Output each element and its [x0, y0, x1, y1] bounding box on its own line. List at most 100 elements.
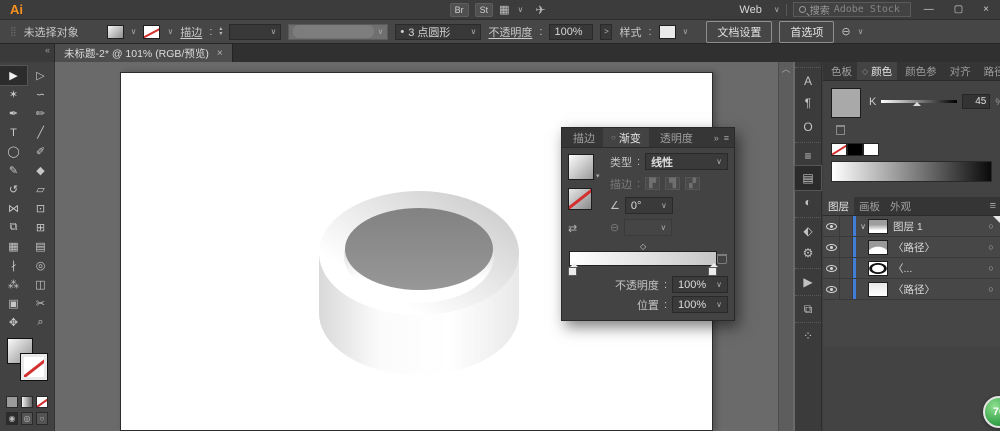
- menu-select[interactable]: [107, 0, 125, 20]
- reverse-gradient-icon[interactable]: ⇄: [568, 222, 577, 235]
- lock-cell[interactable]: [840, 216, 853, 236]
- stroke-swatch[interactable]: [143, 25, 160, 39]
- tab-layers[interactable]: 图层: [823, 197, 854, 215]
- stroke-panel-icon[interactable]: ≡: [795, 142, 821, 166]
- visibility-toggle[interactable]: [823, 237, 840, 257]
- gradient-ramp[interactable]: [569, 251, 717, 266]
- gradient-midpoint-icon[interactable]: ◇: [640, 242, 646, 251]
- transparency-panel-icon[interactable]: ◐: [795, 190, 821, 214]
- lock-cell[interactable]: [840, 279, 853, 299]
- width-tool[interactable]: ⋈: [0, 199, 27, 218]
- draw-inside-button[interactable]: ○: [36, 412, 48, 425]
- line-segment-tool[interactable]: ╱: [27, 123, 54, 142]
- target-circle-icon[interactable]: ○: [982, 221, 1000, 231]
- lasso-tool[interactable]: ∽: [27, 85, 54, 104]
- gradient-stop-right[interactable]: [708, 267, 717, 276]
- document-setup-button[interactable]: 文档设置: [706, 21, 772, 43]
- stroke-dropdown-icon[interactable]: ∨: [167, 27, 173, 36]
- none-swatch[interactable]: [831, 143, 847, 156]
- more-options-dropdown-icon[interactable]: ∨: [858, 27, 864, 36]
- layer-row[interactable]: ∨ 图层 1 ○: [823, 216, 1000, 237]
- slice-tool[interactable]: ✂: [27, 294, 54, 313]
- collapse-tools-icon[interactable]: «: [45, 45, 50, 55]
- tab-pathfinder[interactable]: 路径查: [976, 62, 1000, 80]
- target-circle-icon[interactable]: ○: [982, 284, 1000, 294]
- more-options-icon[interactable]: ⊖: [841, 25, 850, 38]
- opacity-label[interactable]: 不透明度: [488, 24, 532, 40]
- minimize-button[interactable]: —: [917, 4, 941, 15]
- restore-button[interactable]: ▢: [947, 4, 970, 15]
- style-dropdown-icon[interactable]: ∨: [683, 27, 689, 36]
- target-circle-icon[interactable]: ○: [982, 242, 1000, 252]
- expand-chevron-icon[interactable]: ∨: [858, 222, 868, 231]
- control-bar-grip[interactable]: ⣿: [10, 26, 15, 37]
- document-close-icon[interactable]: ×: [217, 48, 223, 59]
- gradient-stop-left[interactable]: [568, 267, 577, 276]
- layer-name[interactable]: 图层 1: [893, 219, 982, 234]
- brush-definition-preview[interactable]: ∨: [288, 24, 388, 40]
- search-input[interactable]: 搜索 Adobe Stock: [793, 2, 911, 17]
- draw-behind-button[interactable]: ◎: [21, 412, 33, 425]
- black-swatch[interactable]: [847, 143, 863, 156]
- opacity-field[interactable]: 100%: [549, 24, 593, 40]
- stroke-proxy-swatch[interactable]: [21, 354, 47, 380]
- gradient-slider[interactable]: ◇: [568, 242, 728, 276]
- export-panel-icon[interactable]: ⧉: [795, 295, 821, 319]
- panel-menu-icon[interactable]: ≡: [724, 133, 729, 143]
- stroke-gradient-across-icon[interactable]: ▞: [685, 177, 700, 190]
- fill-dropdown-icon[interactable]: ∨: [131, 27, 137, 36]
- tab-artboards[interactable]: 画板: [854, 197, 885, 215]
- tab-stroke[interactable]: 描边: [562, 128, 603, 147]
- direct-selection-tool[interactable]: ▷: [27, 66, 54, 85]
- layer-thumbnail[interactable]: [868, 240, 888, 255]
- eyedropper-tool[interactable]: ∤: [0, 256, 27, 275]
- mesh-tool[interactable]: ▦: [0, 237, 27, 256]
- pencil-tool[interactable]: ✎: [0, 161, 27, 180]
- symbol-sprayer-tool[interactable]: ⁂: [0, 275, 27, 294]
- menu-window[interactable]: [161, 0, 179, 20]
- lock-cell[interactable]: [840, 258, 853, 278]
- document-tab[interactable]: 未标题-2* @ 101% (RGB/预览) ×: [55, 44, 233, 62]
- tools-panel-header[interactable]: «: [0, 44, 55, 62]
- app-logo[interactable]: Ai: [0, 2, 35, 17]
- selection-tool[interactable]: ▶: [0, 66, 27, 85]
- visibility-toggle[interactable]: [823, 216, 840, 236]
- shape-builder-tool[interactable]: ⧉: [0, 218, 27, 237]
- tab-appearance[interactable]: 外观: [885, 197, 916, 215]
- bridge-button[interactable]: Br: [450, 3, 469, 17]
- ring-artwork[interactable]: [313, 184, 525, 376]
- arrange-documents-icon[interactable]: ▦: [499, 3, 511, 16]
- fill-swatch[interactable]: [107, 25, 124, 39]
- gradient-tool[interactable]: ▤: [27, 237, 54, 256]
- brush-select[interactable]: • 3 点圆形 ∨: [395, 24, 481, 40]
- gradient-fill-swatch[interactable]: [568, 154, 594, 180]
- gradient-panel-icon[interactable]: ▤: [795, 166, 821, 190]
- layer-row[interactable]: 〈... ○: [823, 258, 1000, 279]
- tab-transparency[interactable]: 透明度: [649, 128, 701, 147]
- symbols-panel-icon[interactable]: ⬖: [795, 217, 821, 241]
- k-slider[interactable]: [881, 100, 957, 103]
- draw-normal-button[interactable]: ◉: [6, 412, 18, 425]
- gradient-fill-dropdown-icon[interactable]: ▾: [596, 172, 600, 180]
- curvature-tool[interactable]: ✏: [27, 104, 54, 123]
- layer-thumbnail[interactable]: [868, 282, 888, 297]
- workspace-dropdown-icon[interactable]: ∨: [774, 5, 780, 14]
- pen-tool[interactable]: ✒: [0, 104, 27, 123]
- menu-file[interactable]: [35, 0, 53, 20]
- tab-align[interactable]: 对齐: [942, 62, 976, 80]
- panel-menu-icon[interactable]: ≡: [986, 197, 1000, 215]
- zoom-tool[interactable]: ⌕: [27, 313, 54, 332]
- close-button[interactable]: ×: [976, 4, 996, 15]
- paragraph-panel-icon[interactable]: ¶: [795, 91, 821, 115]
- rotate-tool[interactable]: ↺: [0, 180, 27, 199]
- blend-tool[interactable]: ◎: [27, 256, 54, 275]
- magic-wand-tool[interactable]: ✶: [0, 85, 27, 104]
- menu-object[interactable]: [71, 0, 89, 20]
- transform-panel-icon[interactable]: ⁘: [795, 322, 821, 346]
- workspace-switcher[interactable]: Web: [733, 4, 767, 16]
- opacity-options-button[interactable]: >: [600, 24, 612, 40]
- layer-thumbnail[interactable]: [868, 219, 888, 234]
- white-swatch[interactable]: [863, 143, 879, 156]
- vertical-scrollbar[interactable]: ︿: [778, 62, 793, 431]
- layer-row[interactable]: 〈路径〉 ○: [823, 237, 1000, 258]
